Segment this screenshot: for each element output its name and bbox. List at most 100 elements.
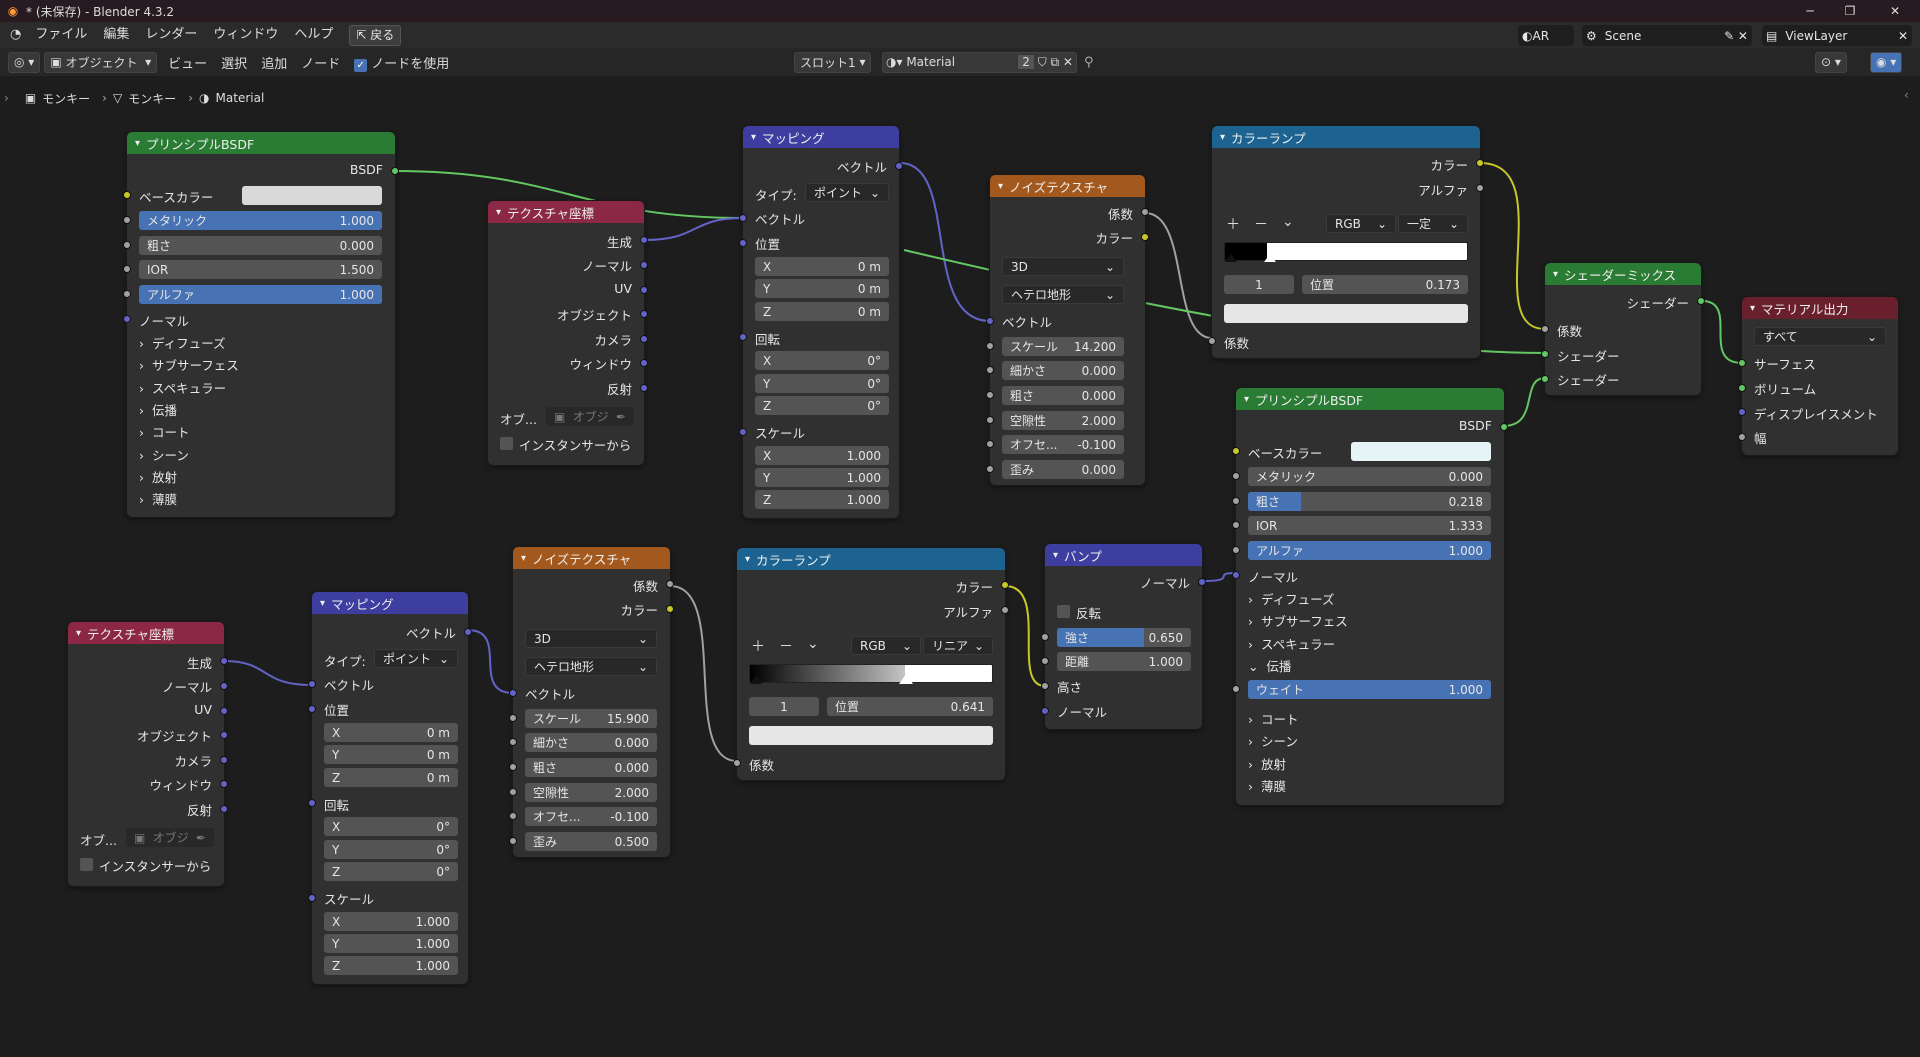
panel-emission[interactable]: › 放射 (1248, 754, 1286, 773)
socket-normal-in[interactable] (1041, 707, 1049, 715)
socket-shader-1[interactable] (1541, 350, 1549, 358)
node-header[interactable]: ▾ プリンシプルBSDF (127, 132, 395, 154)
panel-specular[interactable]: › スペキュラー (1248, 634, 1335, 653)
socket-lacunarity[interactable] (509, 788, 517, 796)
location-z[interactable]: Z0 m (755, 302, 889, 321)
menu-window[interactable]: ウィンドウ (205, 22, 286, 48)
rotation-x[interactable]: X 0° (324, 817, 458, 836)
mix-shader-node[interactable]: ▾ シェーダーミックス シェーダー 係数 シェーダー シェーダー (1541, 262, 1705, 396)
invert-checkbox[interactable] (1057, 605, 1070, 618)
instancer-checkbox[interactable] (80, 858, 93, 871)
object-field[interactable]: ▣ オブジ ✒ (546, 407, 634, 426)
instancer-checkbox[interactable] (500, 437, 513, 450)
socket-color-out[interactable] (1001, 581, 1009, 589)
type-dropdown[interactable]: ポイント ⌄ (374, 649, 458, 668)
location-x[interactable]: X0 m (755, 257, 889, 276)
scale-z[interactable]: Z 1.000 (755, 490, 889, 509)
detail-field[interactable]: 細かさ 0.000 (1002, 361, 1124, 380)
stop-handle-white-icon[interactable] (899, 674, 913, 684)
node-header[interactable]: ▾ マッピング (743, 126, 899, 148)
color-ramp-gradient[interactable] (749, 664, 993, 683)
socket-shader-out[interactable] (1697, 297, 1705, 305)
stop-handle-white-icon[interactable] (1264, 254, 1276, 262)
chevron-down-icon[interactable]: ▾ (521, 553, 526, 564)
menu-select[interactable]: 選択 (214, 53, 254, 72)
noise-type-dropdown[interactable]: ヘテロ地形 ⌄ (1002, 285, 1124, 304)
material-output-node[interactable]: ▾ マテリアル出力 すべて ⌄ サーフェス ボリューム ディスプレイスメント 幅 (1738, 296, 1899, 456)
stop-index-field[interactable]: 1 (749, 697, 819, 716)
offset-field[interactable]: オフセ... -0.100 (525, 807, 657, 826)
chevron-left-icon[interactable]: ‹ (1904, 88, 1909, 102)
menu-add[interactable]: 追加 (254, 53, 294, 72)
socket-alpha-out[interactable] (1476, 184, 1484, 192)
remove-stop-icon[interactable]: － (1254, 214, 1268, 234)
roughness-field[interactable]: 粗さ 0.000 (139, 236, 382, 255)
chevron-down-icon[interactable]: ▾ (1244, 394, 1249, 405)
socket-thickness[interactable] (1738, 433, 1746, 441)
location-z[interactable]: Z0 m (324, 768, 458, 787)
socket-color-out[interactable] (1476, 159, 1484, 167)
chevron-down-icon[interactable]: ▾ (135, 138, 140, 149)
panel-subsurface[interactable]: › サブサーフェス (139, 355, 239, 374)
chevron-down-icon[interactable]: ▾ (76, 628, 81, 639)
socket-fac-in[interactable] (1541, 325, 1549, 333)
pin-icon[interactable]: ⚲ (1084, 55, 1094, 70)
socket-offset[interactable] (986, 440, 994, 448)
ior-field[interactable]: IOR 1.500 (139, 260, 382, 279)
stop-color-swatch[interactable] (1224, 304, 1468, 323)
menu-render[interactable]: レンダー (137, 22, 205, 48)
dimension-dropdown[interactable]: 3D ⌄ (525, 629, 657, 648)
node-header[interactable]: ▾ ノイズテクスチャ (990, 175, 1145, 197)
gizmo-icon[interactable]: ◉ ▾ (1870, 51, 1903, 73)
socket-alpha[interactable] (1232, 546, 1240, 554)
stop-handle-black-icon[interactable] (750, 676, 762, 684)
noise-texture-node-2[interactable]: ▾ ノイズテクスチャ 係数 カラー 3D ⌄ ヘテロ地形 ⌄ ベクトル スケール 15.… (509, 546, 674, 858)
eyedropper-icon[interactable]: ✒ (196, 831, 206, 845)
socket-base-color[interactable] (1232, 447, 1240, 455)
menu-help[interactable]: ヘルプ (286, 22, 341, 48)
socket-bsdf-out[interactable] (391, 167, 399, 175)
chevron-down-icon[interactable]: ▾ (1053, 550, 1058, 561)
socket-vector-in[interactable] (308, 680, 316, 688)
socket-vector-in[interactable] (739, 214, 747, 222)
lacunarity-field[interactable]: 空隙性 2.000 (525, 783, 657, 802)
panel-thin-film[interactable]: › 薄膜 (139, 489, 177, 508)
scale-z[interactable]: Z 1.000 (324, 956, 458, 975)
viewlayer-selector[interactable]: ▤ ViewLayer ✕ (1762, 25, 1912, 46)
socket-object[interactable] (220, 731, 228, 739)
panel-sheen[interactable]: › シーン (139, 445, 189, 464)
node-header[interactable]: ▾ バンプ (1045, 544, 1202, 566)
menu-node[interactable]: ノード (294, 53, 347, 72)
socket-camera[interactable] (220, 756, 228, 764)
scale-x[interactable]: X 1.000 (755, 446, 889, 465)
stop-color-swatch[interactable] (749, 726, 993, 745)
texture-coordinate-node-1[interactable]: ▾ テクスチャ座標 生成 ノーマル UV オブジェクト カメラ ウィンドウ 反射 … (487, 200, 648, 466)
socket-normal[interactable] (220, 682, 228, 690)
socket-strength[interactable] (1041, 633, 1049, 641)
panel-sheen[interactable]: › シーン (1248, 731, 1298, 750)
socket-scale[interactable] (739, 428, 747, 436)
node-header[interactable]: ▾ プリンシプルBSDF (1236, 388, 1504, 410)
roughness-field[interactable]: 粗さ 0.218 (1248, 492, 1491, 511)
socket-height[interactable] (1041, 682, 1049, 690)
use-nodes-toggle[interactable]: ✓ ノードを使用 (347, 53, 456, 72)
socket-color-out[interactable] (1141, 233, 1149, 241)
node-header[interactable]: ▾ カラーランプ (1212, 126, 1480, 148)
add-stop-icon[interactable]: ＋ (751, 636, 765, 656)
close-icon[interactable]: ✕ (1875, 0, 1915, 22)
panel-specular[interactable]: › スペキュラー (139, 378, 226, 397)
chevron-down-icon[interactable]: ⌄ (807, 636, 819, 652)
interpolation-dropdown[interactable]: リニア ⌄ (923, 636, 993, 655)
color-ramp-node-1[interactable]: ▾ カラーランプ カラー アルファ ＋ － ⌄ RGB ⌄ 一定 ⌄ 1 位置 0.17… (1208, 125, 1484, 359)
color-ramp-gradient[interactable] (1224, 242, 1468, 261)
socket-alpha[interactable] (123, 290, 131, 298)
node-header[interactable]: ▾ カラーランプ (737, 548, 1005, 570)
menu-edit[interactable]: 編集 (95, 22, 137, 48)
slot-dropdown[interactable]: スロット1 ▾ (794, 51, 872, 73)
socket-volume[interactable] (1738, 384, 1746, 392)
chevron-down-icon[interactable]: ⌄ (1282, 214, 1294, 230)
noise-texture-node-1[interactable]: ▾ ノイズテクスチャ 係数 カラー 3D ⌄ ヘテロ地形 ⌄ ベクトル スケール 14.… (986, 174, 1149, 486)
location-x[interactable]: X0 m (324, 723, 458, 742)
socket-scale[interactable] (308, 894, 316, 902)
socket-fac-out[interactable] (666, 580, 674, 588)
